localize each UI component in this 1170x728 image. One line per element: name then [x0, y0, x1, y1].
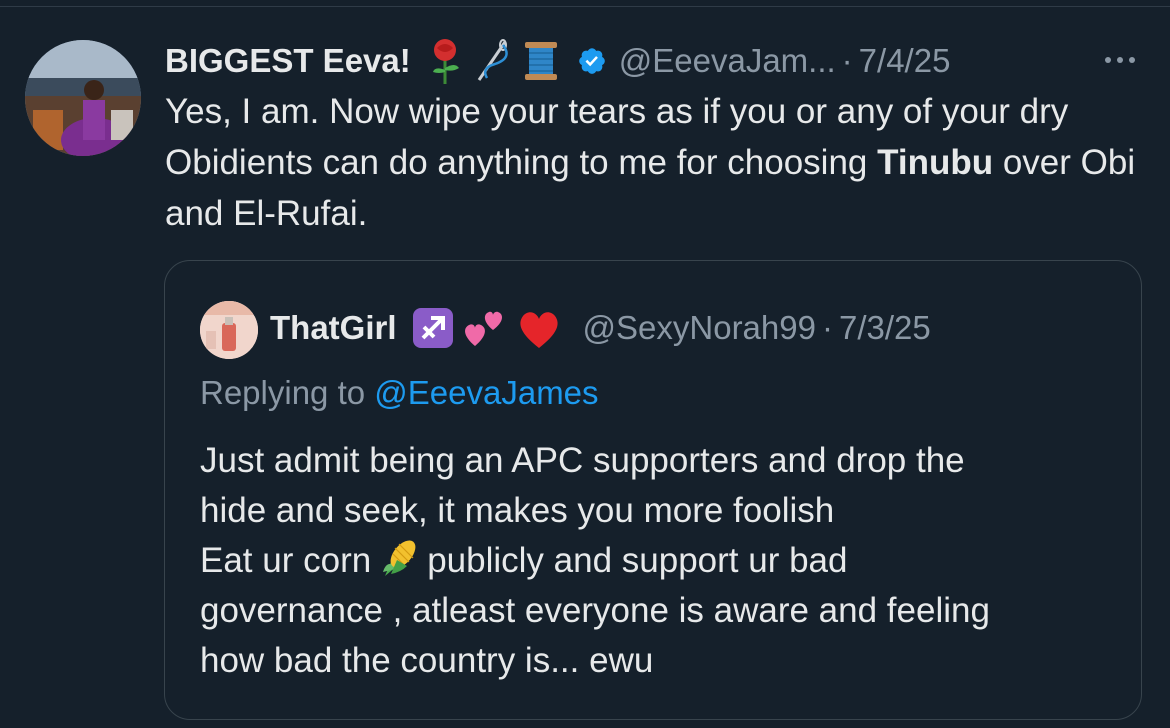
tweet-header: BIGGEST Eeva! @EeevaJam... · 7/4/25 — [165, 33, 1155, 89]
avatar-photo — [25, 40, 141, 156]
more-dot-icon — [1117, 57, 1123, 63]
replying-to-line: Replying to @EeevaJames — [200, 374, 599, 412]
more-dot-icon — [1129, 57, 1135, 63]
quoted-avatar-photo — [200, 301, 258, 359]
quoted-text-line5: how bad the country is... ewu — [200, 641, 654, 680]
tweet-text-bold: Tinubu — [877, 143, 994, 182]
quoted-author-avatar[interactable] — [200, 301, 258, 359]
quoted-author-emoji-row — [411, 306, 563, 350]
rose-icon — [432, 39, 459, 84]
header-separator: · — [841, 42, 853, 79]
quoted-tweet-header: ThatGirl @SexyNorah99 · 7/3/25 — [270, 299, 931, 357]
quoted-text-line1: Just admit being an APC supporters and d… — [200, 441, 965, 480]
author-emoji-row — [425, 38, 561, 84]
quoted-text-line3a: Eat ur corn — [200, 541, 372, 580]
two-hearts-icon — [464, 311, 502, 346]
tweet-body: Yes, I am. Now wipe your tears as if you… — [165, 86, 1155, 239]
more-dot-icon — [1105, 57, 1111, 63]
quoted-text-line3b: publicly and support ur bad — [427, 541, 848, 580]
quoted-text-line2: hide and seek, it makes you more foolish — [200, 491, 835, 530]
replying-mention-link[interactable]: @EeevaJames — [374, 374, 598, 411]
quoted-text-line3: Eat ur corn publicly and support ur bad — [200, 536, 1120, 586]
red-heart-icon — [519, 312, 558, 348]
more-options-button[interactable] — [1092, 42, 1148, 78]
quoted-author-name[interactable]: ThatGirl — [270, 309, 397, 347]
tweet-date[interactable]: 7/4/25 — [859, 42, 951, 80]
quoted-header-separator: · — [821, 309, 833, 346]
top-divider — [0, 6, 1170, 7]
needle-thread-icon — [477, 39, 508, 81]
author-avatar[interactable] — [25, 40, 141, 156]
quoted-tweet-body: Just admit being an APC supporters and d… — [200, 436, 1120, 686]
spool-icon — [524, 42, 557, 80]
quoted-tweet-date[interactable]: 7/3/25 — [839, 309, 931, 347]
quoted-tweet-card[interactable]: ThatGirl @SexyNorah99 · 7/3/25 Replying … — [164, 260, 1142, 720]
quoted-text-line4: governance , atleast everyone is aware a… — [200, 591, 990, 630]
sagittarius-icon — [412, 308, 453, 348]
author-handle[interactable]: @EeevaJam... — [619, 42, 836, 80]
replying-prefix: Replying to — [200, 374, 375, 411]
corn-icon — [383, 540, 416, 576]
verified-badge-icon[interactable] — [577, 46, 607, 76]
quoted-author-handle[interactable]: @SexyNorah99 — [583, 309, 816, 347]
author-name[interactable]: BIGGEST Eeva! — [165, 42, 411, 80]
